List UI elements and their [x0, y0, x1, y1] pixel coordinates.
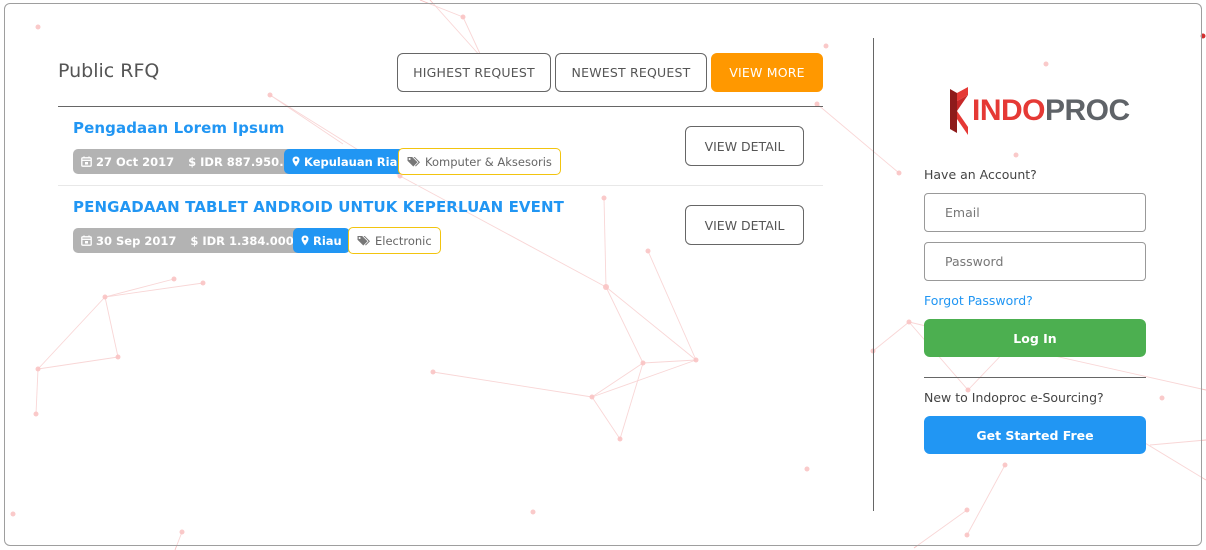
location-badge: Riau: [293, 228, 350, 253]
rfq-category: Electronic: [375, 233, 432, 248]
new-user-label: New to Indoproc e-Sourcing?: [924, 390, 1104, 405]
rfq-location: Kepulauan Riau: [304, 154, 406, 169]
forgot-password-link[interactable]: Forgot Password?: [924, 293, 1033, 308]
tags-icon: [407, 156, 421, 167]
rfq-category: Komputer & Aksesoris: [425, 154, 552, 169]
tab-newest-request[interactable]: NEWEST REQUEST: [555, 53, 707, 92]
header-divider: [58, 106, 823, 107]
page-title: Public RFQ: [58, 60, 160, 82]
tab-highest-request[interactable]: HIGHEST REQUEST: [397, 53, 551, 92]
panel-divider: [873, 38, 874, 511]
rfq-date: 27 Oct 2017: [96, 154, 175, 169]
login-button[interactable]: Log In: [924, 319, 1146, 357]
view-detail-button[interactable]: VIEW DETAIL: [685, 126, 804, 166]
have-account-label: Have an Account?: [924, 167, 1037, 182]
rfq-date: 30 Sep 2017: [96, 233, 177, 248]
map-marker-icon: [292, 156, 300, 167]
calendar-icon: [81, 156, 92, 167]
view-more-button[interactable]: VIEW MORE: [711, 53, 823, 92]
login-divider: [924, 377, 1146, 378]
view-detail-button[interactable]: VIEW DETAIL: [685, 205, 804, 245]
location-badge: Kepulauan Riau: [284, 149, 414, 174]
rfq-location: Riau: [313, 233, 342, 248]
rfq-item-title[interactable]: Pengadaan Lorem Ipsum: [73, 119, 285, 137]
tags-icon: [357, 235, 371, 246]
logo-mark-icon: [950, 87, 968, 135]
category-badge: Electronic: [348, 227, 441, 254]
row-divider: [58, 185, 823, 186]
password-field[interactable]: [924, 242, 1146, 281]
indoproc-logo: INDOPROC: [948, 86, 1130, 136]
map-marker-icon: [301, 235, 309, 246]
dollar-icon: $: [190, 233, 199, 248]
calendar-icon: [81, 235, 92, 246]
date-price-badge: 27 Oct 2017 $ IDR 887.950.000: [73, 149, 316, 174]
logo-wordmark: INDOPROC: [972, 94, 1130, 127]
email-field[interactable]: [924, 193, 1146, 232]
date-price-badge: 30 Sep 2017 $ IDR 1.384.000.000: [73, 228, 331, 253]
dollar-icon: $: [188, 154, 197, 169]
get-started-button[interactable]: Get Started Free: [924, 416, 1146, 454]
category-badge: Komputer & Aksesoris: [398, 148, 561, 175]
rfq-item-title[interactable]: PENGADAAN TABLET ANDROID UNTUK KEPERLUAN…: [73, 198, 564, 216]
